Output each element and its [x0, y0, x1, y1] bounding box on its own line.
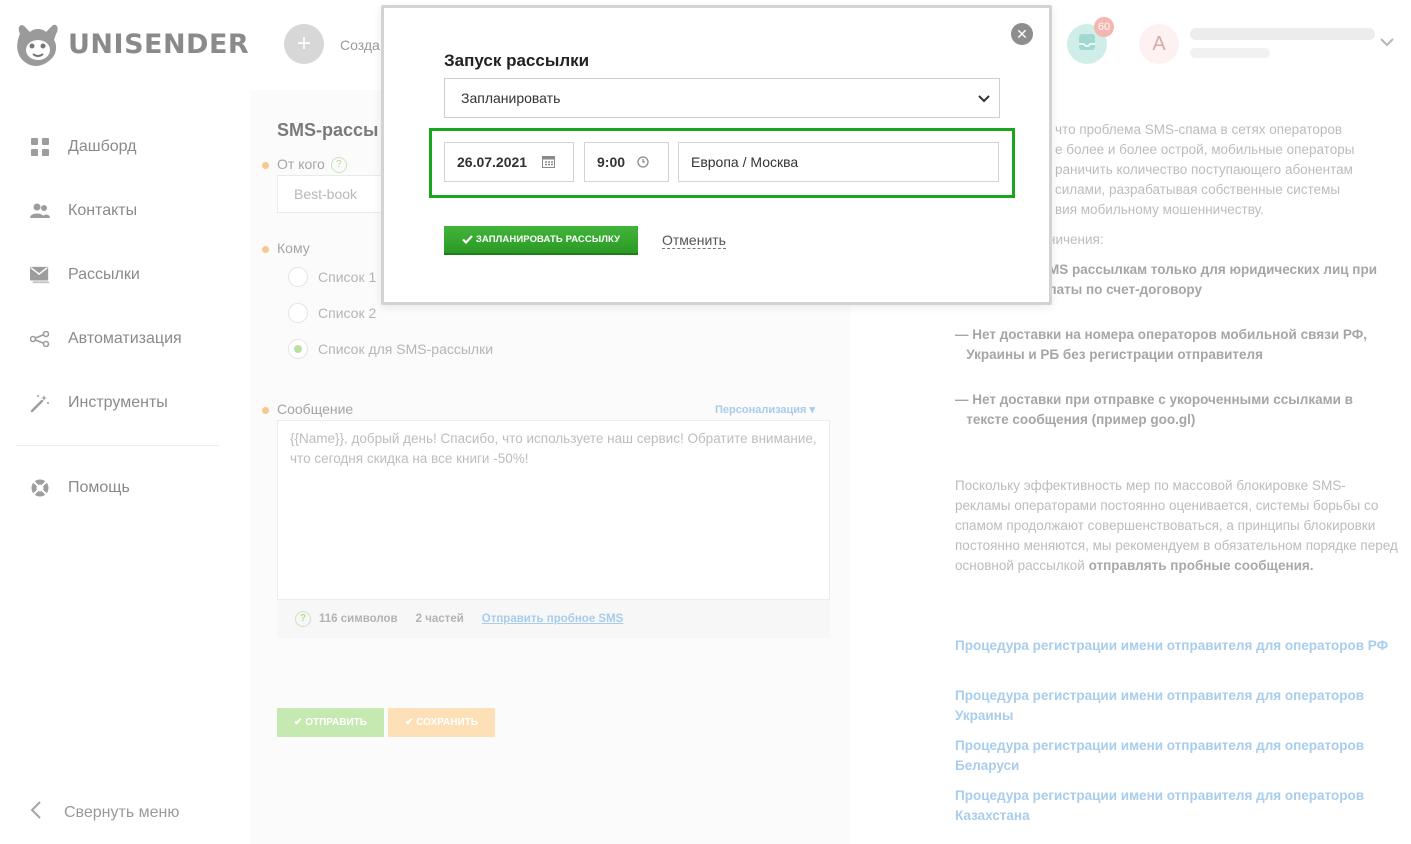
info-paragraph: Поскольку эффективность мер по массовой …: [955, 476, 1400, 576]
send-test-sms-link[interactable]: Отправить пробное SMS: [482, 613, 624, 625]
list-label: Список 1: [318, 269, 377, 285]
date-value: 26.07.2021: [457, 154, 528, 170]
info-intro: что проблема SMS-спама в сетях операторо…: [1055, 122, 1355, 217]
sidebar-item-label: Автоматизация: [68, 330, 182, 347]
info-link-ua[interactable]: Процедура регистрации имени отправителя …: [955, 686, 1400, 726]
date-field[interactable]: 26.07.2021: [444, 142, 574, 182]
sidebar-item-campaigns[interactable]: Рассылки: [0, 243, 235, 307]
check-icon: ✔: [405, 717, 417, 728]
from-label: От кого: [277, 156, 325, 172]
mail-icon: [30, 265, 50, 285]
info-restriction-3: — Нет доставки при отправке с укороченны…: [955, 392, 1353, 427]
check-icon: [462, 235, 473, 244]
clock-icon[interactable]: [637, 155, 649, 171]
sidebar-item-label: Контакты: [68, 202, 138, 219]
info-link-ru[interactable]: Процедура регистрации имени отправителя …: [955, 636, 1400, 656]
notification-badge: 60: [1094, 17, 1114, 37]
create-label[interactable]: Созда: [340, 37, 380, 53]
sidebar-nav: Дашборд Контакты Рассылки Автоматизация …: [0, 115, 235, 520]
sidebar-item-dashboard[interactable]: Дашборд: [0, 115, 235, 179]
close-icon[interactable]: ✕: [1011, 23, 1033, 45]
to-label-row: Кому: [262, 240, 310, 256]
automation-icon: [30, 329, 50, 349]
radio-button[interactable]: [288, 267, 308, 287]
list-option[interactable]: Список для SMS-рассылки: [288, 339, 493, 359]
sidebar-divider: [16, 445, 219, 446]
schedule-button-label: ЗАПЛАНИРОВАТЬ РАССЫЛКУ: [475, 234, 621, 245]
sidebar-item-tools[interactable]: Инструменты: [0, 371, 235, 435]
char-count: 116 символов: [319, 613, 398, 625]
schedule-campaign-button[interactable]: ЗАПЛАНИРОВАТЬ РАССЫЛКУ: [444, 226, 638, 255]
launch-mode-select[interactable]: Запланировать: [444, 78, 1000, 118]
send-button-label: ОТПРАВИТЬ: [305, 717, 367, 728]
calendar-icon[interactable]: [542, 155, 555, 171]
chevron-down-icon: [978, 91, 990, 107]
sidebar-item-contacts[interactable]: Контакты: [0, 179, 235, 243]
sidebar-item-automation[interactable]: Автоматизация: [0, 307, 235, 371]
account-name-blurred[interactable]: [1190, 28, 1375, 40]
question-icon[interactable]: ?: [330, 157, 347, 174]
required-dot: [262, 161, 269, 169]
chevron-down-icon[interactable]: [1380, 34, 1394, 50]
radio-button-selected[interactable]: [288, 339, 308, 359]
page-title: SMS-рассы: [277, 120, 379, 140]
sidebar-item-label: Инструменты: [68, 394, 168, 411]
save-button-label: СОХРАНИТЬ: [416, 717, 478, 728]
launch-mode-value: Запланировать: [461, 90, 561, 106]
inbox-icon: [1078, 33, 1096, 56]
info-restrictions: ничения:: [1048, 232, 1104, 247]
message-label-row: Сообщение: [262, 401, 353, 417]
logo-text: UNISENDER: [68, 28, 250, 60]
check-icon: ✔: [294, 717, 306, 728]
sidebar-item-label: Помощь: [68, 479, 130, 496]
collapse-menu-label: Свернуть меню: [64, 803, 180, 821]
cancel-link[interactable]: Отменить: [662, 232, 726, 249]
plus-icon: +: [296, 30, 311, 57]
send-button[interactable]: ✔ ОТПРАВИТЬ: [277, 708, 384, 737]
to-label: Кому: [277, 240, 310, 256]
info-link-kz[interactable]: Процедура регистрации имени отправителя …: [955, 786, 1400, 826]
account-sub-blurred: [1190, 48, 1270, 58]
radio-dot: [294, 345, 302, 353]
parts-count: 2 частей: [415, 613, 464, 625]
timezone-field[interactable]: Европа / Москва: [678, 142, 999, 182]
info-restriction-1: MS рассылкам только для юридических лиц …: [1048, 262, 1378, 297]
magic-wand-icon: [30, 393, 50, 413]
logo[interactable]: UNISENDER: [12, 20, 249, 68]
help-lifebuoy-icon: [30, 478, 50, 498]
list-option[interactable]: Список 1: [288, 267, 376, 287]
question-icon[interactable]: ?: [295, 611, 311, 627]
info-paragraph-bold: отправлять пробные сообщения.: [1088, 558, 1314, 573]
logo-icon: [17, 24, 58, 66]
message-footer: ? 116 символов 2 частей Отправить пробно…: [277, 600, 830, 638]
time-field[interactable]: 9:00: [584, 142, 669, 182]
save-button[interactable]: ✔ СОХРАНИТЬ: [388, 708, 495, 737]
list-option[interactable]: Список 2: [288, 303, 376, 323]
message-textarea[interactable]: {{Name}}, добрый день! Спасибо, что испо…: [277, 420, 830, 600]
from-label-row: От кого?: [262, 156, 347, 174]
avatar[interactable]: A: [1139, 24, 1179, 64]
chevron-left-icon: [30, 800, 42, 825]
contacts-icon: [30, 201, 50, 221]
radio-button[interactable]: [288, 303, 308, 323]
sidebar-item-label: Дашборд: [68, 138, 137, 155]
sidebar-item-label: Рассылки: [68, 266, 140, 283]
info-link-by[interactable]: Процедура регистрации имени отправителя …: [955, 736, 1400, 776]
sidebar: UNISENDER Дашборд Контакты Рассылки Авто…: [0, 0, 250, 844]
modal-title: Запуск рассылки: [444, 51, 590, 70]
required-dot: [262, 406, 269, 414]
list-label: Список 2: [318, 305, 377, 321]
create-button[interactable]: +: [284, 24, 324, 64]
sender-name-field[interactable]: Best-book: [277, 175, 387, 213]
list-label: Список для SMS-рассылки: [318, 341, 494, 357]
personalization-dropdown[interactable]: Персонализация ▾: [715, 403, 815, 416]
sidebar-item-help[interactable]: Помощь: [0, 456, 235, 520]
message-label: Сообщение: [277, 401, 354, 417]
info-restriction-2: — Нет доставки на номера операторов моби…: [955, 327, 1367, 362]
collapse-menu-button[interactable]: Свернуть меню: [30, 800, 179, 825]
time-value: 9:00: [597, 154, 626, 170]
dashboard-icon: [30, 137, 50, 157]
required-dot: [262, 245, 269, 253]
